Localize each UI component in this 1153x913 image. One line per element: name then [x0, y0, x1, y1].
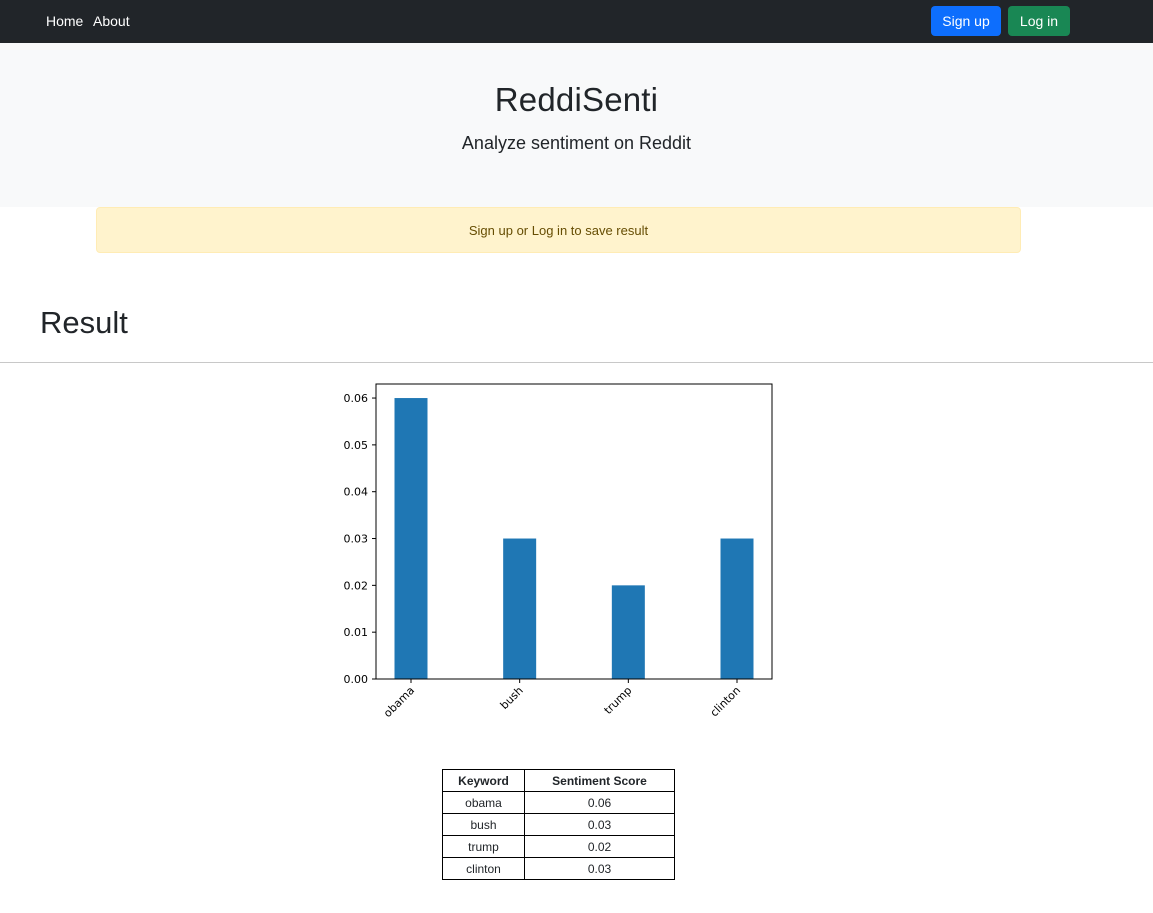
bar-clinton — [720, 538, 754, 679]
save-result-alert: Sign up or Log in to save result — [96, 207, 1021, 253]
result-heading: Result — [40, 305, 128, 340]
page-subtitle: Analyze sentiment on Reddit — [461, 133, 692, 153]
sentiment-bar-chart: obama bush trump clinton 0.00 0.01 0.02 0.03 0.0… — [344, 383, 773, 720]
y-tick-label: 0.02 — [344, 579, 369, 592]
x-tick-label: clinton — [708, 684, 743, 719]
y-tick-label: 0.04 — [344, 486, 369, 499]
table-header-keyword: Keyword — [442, 769, 525, 792]
bar-trump — [611, 585, 645, 679]
y-tick-label: 0.00 — [344, 673, 369, 686]
y-tick-label: 0.06 — [344, 392, 369, 405]
signup-button[interactable]: Sign up — [931, 6, 1001, 36]
plot-frame — [375, 383, 773, 680]
table-cell-score: 0.06 — [524, 791, 675, 814]
table-cell-keyword: bush — [442, 813, 525, 836]
y-tick-label: 0.05 — [344, 439, 369, 452]
x-tick-label: trump — [602, 684, 635, 717]
table-header-score: Sentiment Score — [524, 769, 675, 792]
divider — [0, 362, 1153, 363]
x-tick-label: bush — [498, 684, 526, 712]
table-header-row: Keyword Sentiment Score — [442, 769, 675, 792]
table-cell-keyword: trump — [442, 835, 525, 858]
table-cell-score: 0.03 — [524, 813, 675, 836]
table-row: trump 0.02 — [442, 835, 675, 858]
hero-banner: ReddiSenti Analyze sentiment on Reddit — [0, 43, 1153, 207]
page-title: ReddiSenti — [494, 81, 659, 118]
sentiment-table: Keyword Sentiment Score obama 0.06 bush … — [442, 769, 675, 880]
table-cell-score: 0.03 — [524, 857, 675, 880]
navbar: Home About Sign up Log in — [0, 0, 1153, 43]
login-button[interactable]: Log in — [1008, 6, 1070, 36]
table-cell-score: 0.02 — [524, 835, 675, 858]
y-tick-label: 0.01 — [344, 626, 369, 639]
table-cell-keyword: obama — [442, 791, 525, 814]
table-cell-keyword: clinton — [442, 857, 525, 880]
nav-link-about[interactable]: About — [93, 13, 130, 29]
bar-obama — [394, 398, 428, 679]
x-tick-label: obama — [381, 684, 417, 720]
nav-link-home[interactable]: Home — [46, 13, 83, 29]
table-row: clinton 0.03 — [442, 857, 675, 880]
table-row: bush 0.03 — [442, 813, 675, 836]
table-row: obama 0.06 — [442, 791, 675, 814]
bar-bush — [503, 538, 537, 679]
y-tick-label: 0.03 — [344, 533, 369, 546]
